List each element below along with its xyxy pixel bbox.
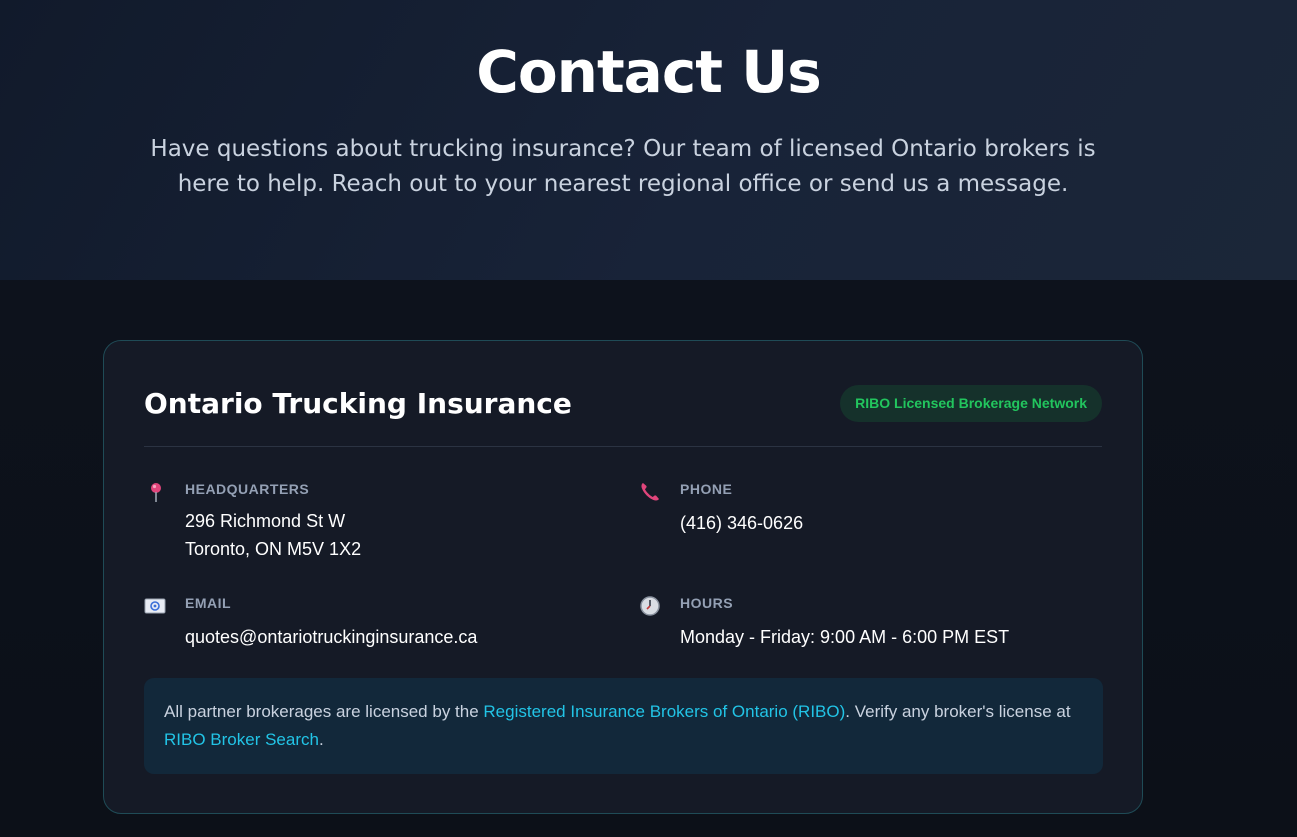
- phone-label: PHONE: [680, 481, 733, 497]
- card-divider: [144, 446, 1102, 447]
- ribo-broker-search-link[interactable]: RIBO Broker Search: [164, 730, 319, 749]
- address-line-1: 296 Richmond St W: [185, 511, 346, 531]
- phone-number[interactable]: (416) 346-0626: [680, 509, 803, 537]
- email-address[interactable]: quotes@ontariotruckinginsurance.ca: [185, 623, 477, 651]
- hours-label: HOURS: [680, 595, 734, 611]
- headquarters-address: 296 Richmond St W Toronto, ON M5V 1X2: [185, 507, 361, 563]
- phone-icon: [639, 481, 661, 503]
- email-label: EMAIL: [185, 595, 232, 611]
- note-text-before: All partner brokerages are licensed by t…: [164, 702, 484, 721]
- note-text-middle: . Verify any broker's license at: [845, 702, 1071, 721]
- email-icon: [144, 595, 166, 617]
- clock-icon: [639, 595, 661, 617]
- address-line-2: Toronto, ON M5V 1X2: [185, 539, 362, 559]
- license-note: All partner brokerages are licensed by t…: [144, 678, 1103, 774]
- headquarters-label: HEADQUARTERS: [185, 481, 310, 497]
- ribo-link[interactable]: Registered Insurance Brokers of Ontario …: [483, 702, 845, 721]
- page-subtitle: Have questions about trucking insurance?…: [150, 136, 1096, 197]
- page-title: Contact Us: [476, 38, 822, 106]
- hero-section: Contact Us Have questions about trucking…: [0, 0, 1297, 280]
- contact-card: Ontario Trucking Insurance RIBO Licensed…: [103, 340, 1143, 814]
- company-name: Ontario Trucking Insurance: [144, 387, 572, 420]
- license-badge: RIBO Licensed Brokerage Network: [840, 385, 1102, 422]
- office-hours: Monday - Friday: 9:00 AM - 6:00 PM EST: [680, 627, 1010, 647]
- map-pin-icon: [144, 481, 166, 503]
- note-text-after: .: [318, 730, 324, 749]
